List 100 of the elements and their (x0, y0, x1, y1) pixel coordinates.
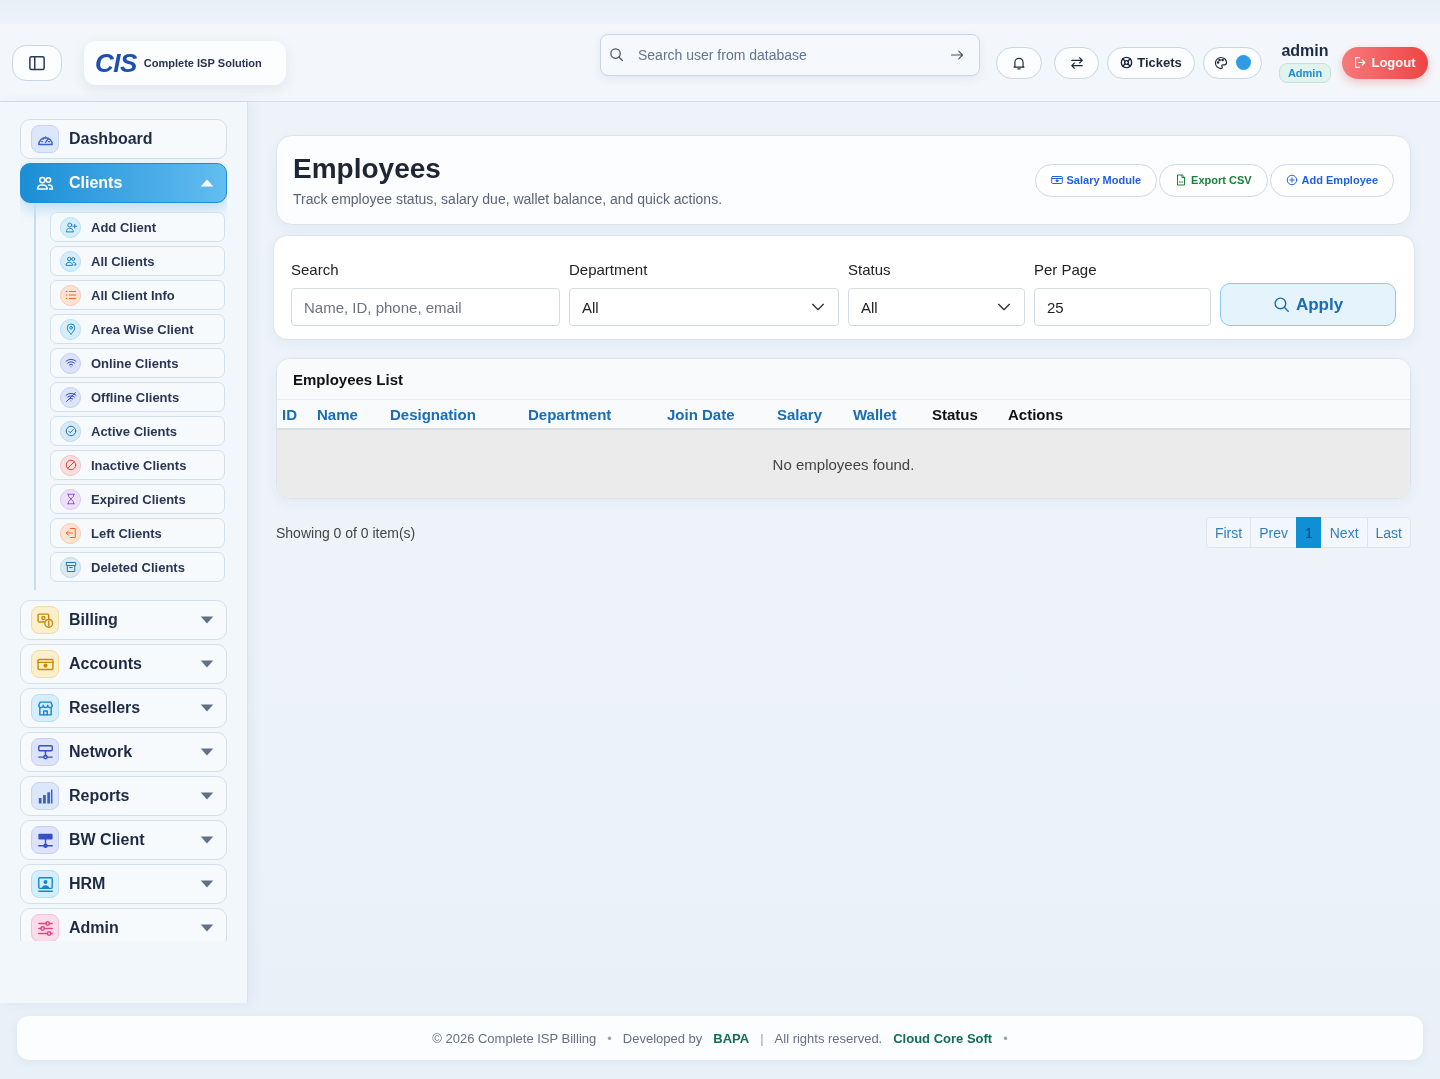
list-icon (60, 284, 81, 306)
page-title: Employees (293, 153, 442, 185)
field-label: Department (569, 261, 649, 278)
footer-text: © 2026 Complete ISP Billing (432, 1030, 597, 1046)
swap-arrows-icon (1069, 55, 1084, 70)
submenu-item[interactable]: Online Clients (50, 348, 225, 378)
column-header[interactable]: Salary (777, 405, 823, 423)
submenu-item[interactable]: Offline Clients (50, 382, 225, 412)
nav-item[interactable]: Admin (20, 908, 227, 941)
field-label: Per Page (1034, 261, 1098, 278)
wifi-icon (60, 352, 81, 374)
submenu-item[interactable]: Area Wise Client (50, 314, 225, 344)
tickets-button[interactable]: Tickets (1107, 46, 1195, 79)
search-icon (1272, 296, 1290, 313)
server-icon (31, 826, 59, 854)
page-button[interactable]: First (1205, 517, 1252, 548)
notifications-button[interactable] (996, 46, 1042, 79)
archive-icon (60, 556, 81, 578)
sidebar-toggle-button[interactable] (12, 44, 62, 81)
nav-item[interactable]: Resellers (20, 688, 227, 728)
users-icon (60, 250, 81, 272)
field-label: Search (291, 261, 340, 278)
column-header: Actions (1008, 405, 1063, 423)
banknote-icon (1050, 174, 1063, 186)
nav-item[interactable]: HRM (20, 864, 227, 904)
column-header[interactable]: Wallet (853, 405, 897, 423)
table-title: Employees List (293, 370, 404, 388)
field-label: Status (848, 261, 892, 278)
search-field[interactable]: Search user from database (600, 34, 980, 76)
palette-icon (1214, 55, 1228, 70)
footer-text: Developed by (622, 1030, 703, 1046)
submenu-item[interactable]: All Client Info (50, 280, 225, 310)
logout-icon (1354, 56, 1368, 69)
nav-item[interactable]: Dashboard (20, 119, 227, 159)
page-subtitle: Track employee status, salary due, wallet balance, and quick actions. (293, 191, 723, 207)
nav-item[interactable]: Network (20, 732, 227, 772)
network-icon (31, 738, 59, 766)
select-field[interactable]: All (848, 288, 1025, 326)
footer-separator: • (607, 1030, 612, 1046)
pagination-summary: Showing 0 of 0 item(s) (276, 524, 416, 541)
column-header[interactable]: Designation (390, 405, 476, 423)
submenu-item[interactable]: Deleted Clients (50, 552, 225, 582)
logo-tagline: Complete ISP Solution (143, 56, 262, 69)
submenu-item[interactable]: All Clients (50, 246, 225, 276)
export-csv-button[interactable]: Export CSV (1159, 163, 1268, 197)
cash-coin-icon (31, 606, 59, 634)
check-circle-icon (60, 420, 81, 442)
footer-separator: • (1003, 1030, 1008, 1046)
column-header[interactable]: Join Date (667, 405, 735, 423)
switch-button[interactable] (1054, 46, 1099, 79)
sliders-icon (31, 914, 59, 941)
plus-circle-icon (1285, 174, 1298, 186)
role-badge: Admin (1278, 63, 1332, 83)
submenu-item[interactable]: Add Client (50, 212, 225, 242)
submenu-item[interactable]: Active Clients (50, 416, 225, 446)
lifebuoy-icon (1120, 56, 1134, 69)
banknote-icon (31, 650, 59, 678)
arrow-right-icon (950, 48, 964, 62)
gauge-icon (31, 125, 59, 153)
file-icon (1175, 174, 1188, 186)
page-button[interactable]: Prev (1250, 517, 1297, 548)
bell-icon (1012, 55, 1026, 70)
submenu-item[interactable]: Inactive Clients (50, 450, 225, 480)
footer-link[interactable]: Cloud Core Soft (893, 1030, 993, 1046)
add-employee-button[interactable]: Add Employee (1269, 163, 1394, 197)
submenu-item[interactable]: Expired Clients (50, 484, 225, 514)
apply-button[interactable]: Apply (1220, 283, 1396, 326)
bar-chart-icon (31, 782, 59, 810)
input-field[interactable]: 25 (1034, 288, 1211, 326)
theme-button[interactable] (1203, 46, 1262, 79)
page-button[interactable]: Next (1320, 517, 1368, 548)
hourglass-icon (60, 488, 81, 510)
store-icon (31, 694, 59, 722)
empty-message: No employees found. (772, 455, 915, 473)
column-header: Status (932, 405, 978, 423)
column-header[interactable]: Department (528, 405, 612, 423)
user-plus-icon (60, 216, 81, 238)
map-pin-icon (60, 318, 81, 340)
users-icon (36, 174, 54, 192)
footer-separator: | (760, 1030, 764, 1046)
search-icon (609, 47, 624, 62)
nav-item[interactable]: Reports (20, 776, 227, 816)
user-name: admin (1281, 42, 1329, 60)
column-header[interactable]: Name (317, 405, 358, 423)
wifi-off-icon (60, 386, 81, 408)
ban-icon (60, 454, 81, 476)
nav-item[interactable]: Accounts (20, 644, 227, 684)
salary-module-button[interactable]: Salary Module (1034, 163, 1158, 197)
submenu-item[interactable]: Left Clients (50, 518, 225, 548)
nav-item[interactable]: BW Client (20, 820, 227, 860)
logo-mark: CIS (95, 49, 137, 76)
panel-icon (28, 53, 46, 72)
nav-item[interactable]: Billing (20, 600, 227, 640)
user-screen-icon (31, 870, 59, 898)
select-field[interactable]: All (569, 288, 839, 326)
column-header[interactable]: ID (282, 405, 297, 423)
input-field[interactable]: Name, ID, phone, email (291, 288, 560, 326)
page-button[interactable]: Last (1366, 517, 1411, 548)
footer-text: All rights reserved. (774, 1030, 883, 1046)
footer-link[interactable]: BAPA (713, 1030, 750, 1046)
